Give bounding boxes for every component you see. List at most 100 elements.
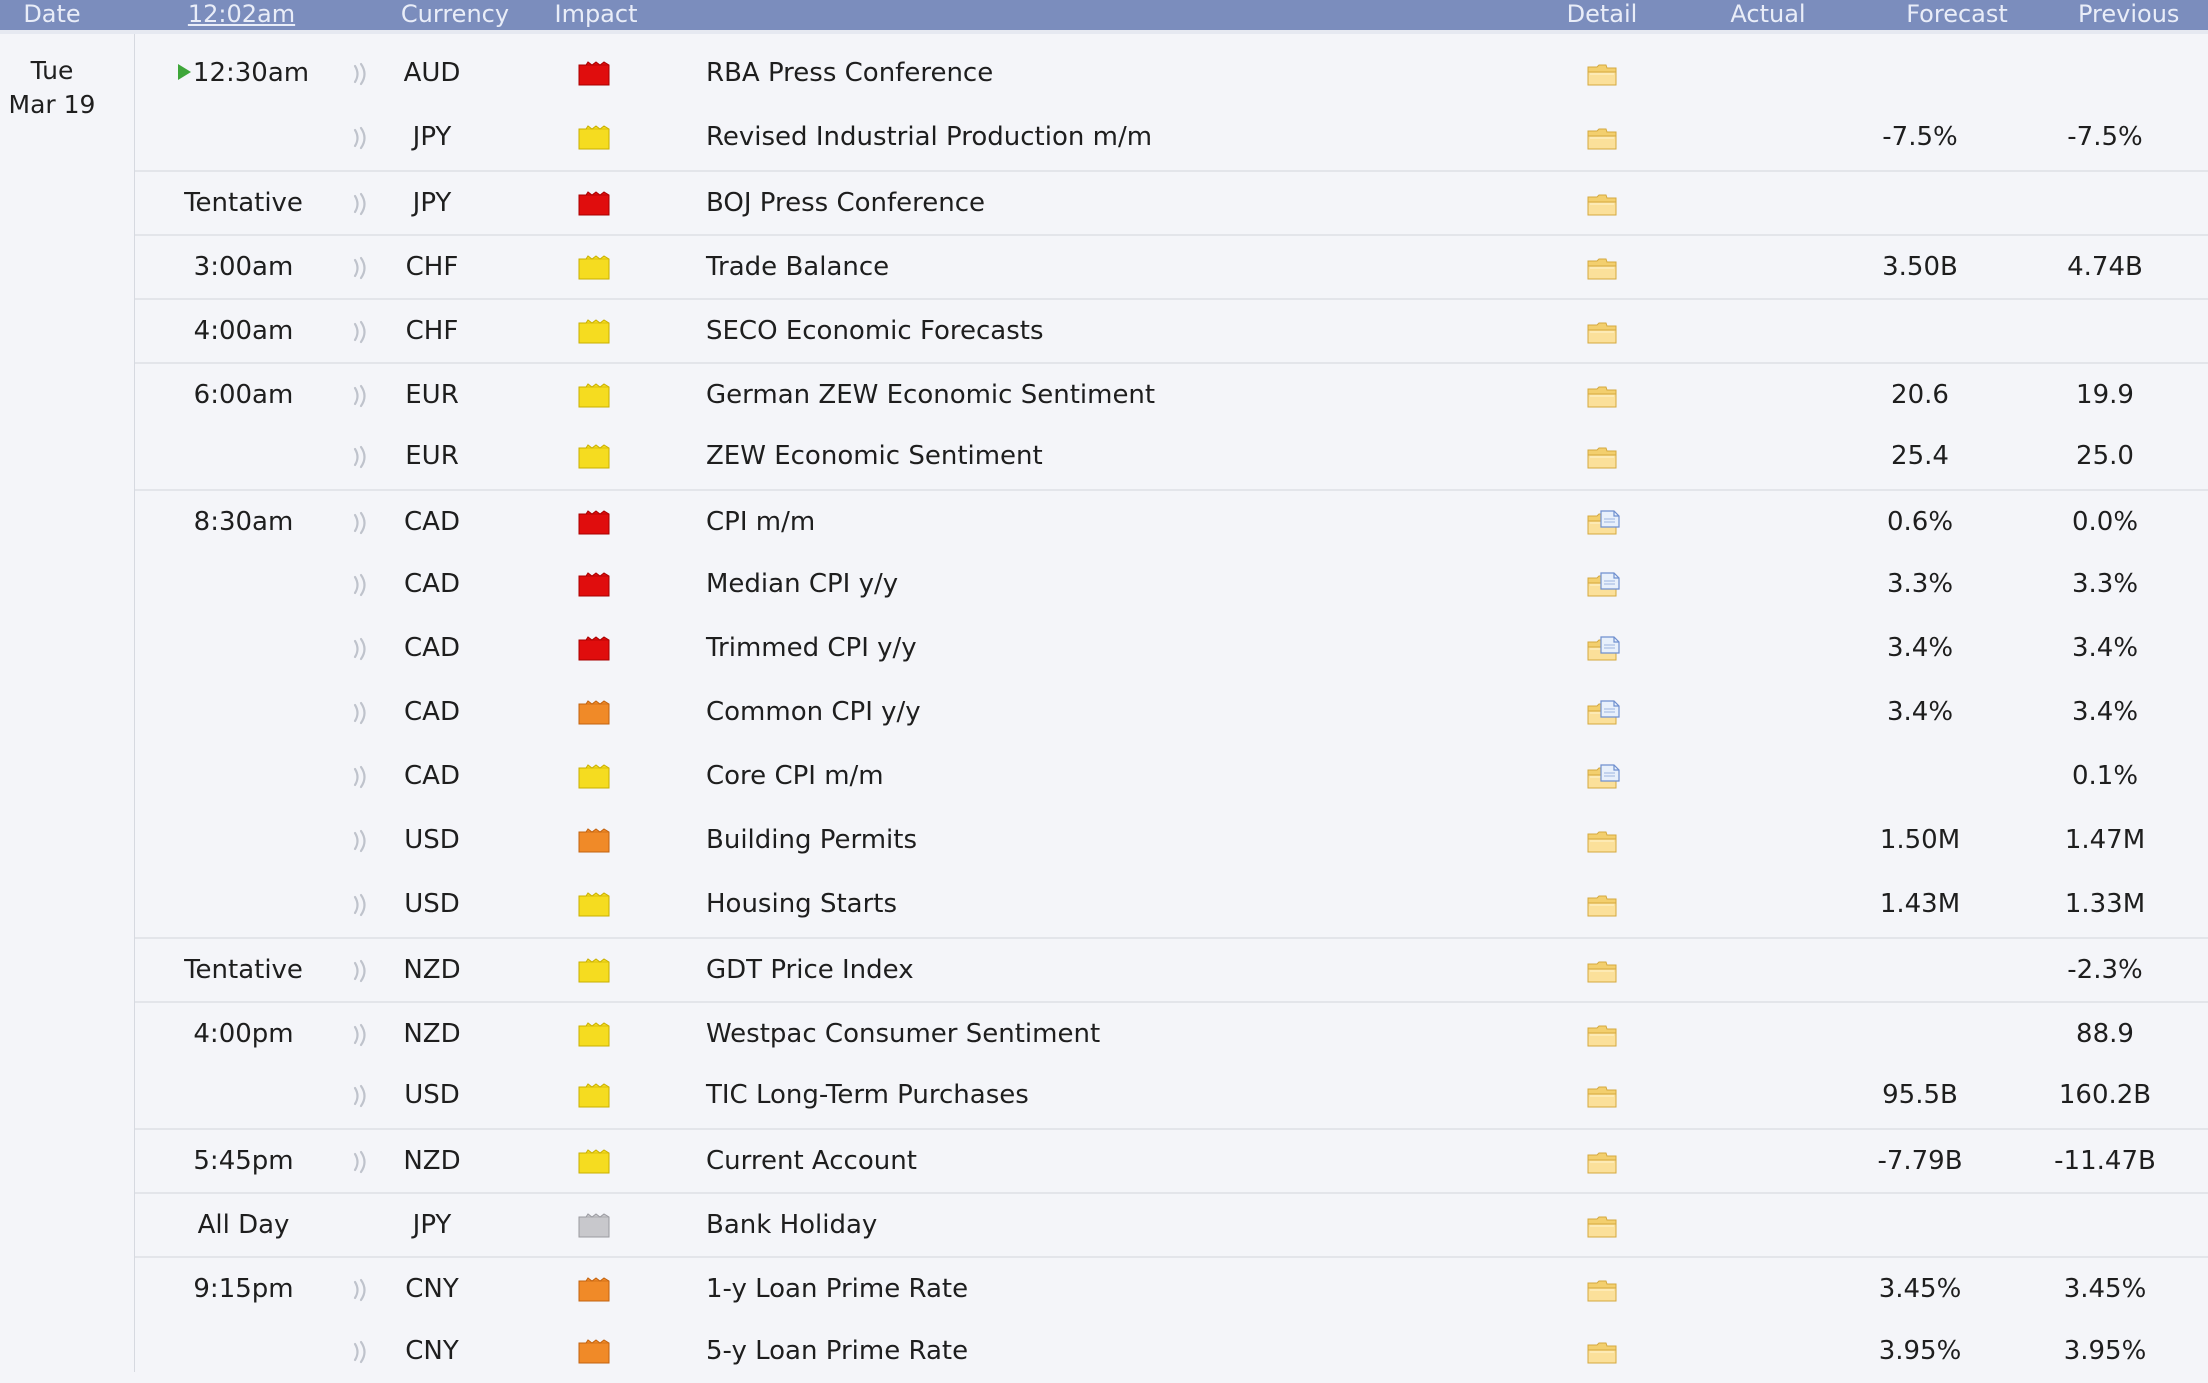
sound-alert-icon[interactable]	[350, 959, 372, 983]
impact-low-icon	[578, 764, 610, 789]
table-row: 4:00am CHF SECO Economic Forecasts	[135, 297, 2208, 363]
folder-icon[interactable]	[1586, 61, 1620, 89]
sound-alert-icon[interactable]	[350, 256, 372, 280]
event-title-link[interactable]: Median CPI y/y	[706, 553, 1606, 616]
event-title-link[interactable]: Housing Starts	[706, 873, 1606, 936]
event-time: All Day	[135, 1194, 352, 1257]
event-time-label: 5:45pm	[193, 1146, 294, 1177]
sound-alert-icon[interactable]	[350, 765, 372, 789]
event-title-link[interactable]: RBA Press Conference	[706, 42, 1606, 105]
header-impact: Impact	[554, 0, 638, 28]
event-title-link[interactable]: Westpac Consumer Sentiment	[706, 1003, 1606, 1066]
impact-low-icon	[578, 1149, 610, 1174]
event-forecast	[1850, 939, 1990, 1002]
table-row: 8:30am CAD CPI m/m 0.6% 0.0%	[135, 489, 2208, 554]
event-title-link[interactable]: ZEW Economic Sentiment	[706, 425, 1606, 488]
sound-alert-icon[interactable]	[350, 637, 372, 661]
folder-icon[interactable]	[1586, 319, 1620, 347]
folder-doc-icon[interactable]	[1586, 764, 1620, 792]
sound-alert-icon[interactable]	[350, 701, 372, 725]
sound-alert-icon[interactable]	[350, 1340, 372, 1364]
folder-icon[interactable]	[1586, 828, 1620, 856]
header-current-time-link[interactable]: 12:02am	[170, 0, 313, 30]
folder-icon[interactable]	[1586, 1149, 1620, 1177]
event-previous: -7.5%	[2067, 121, 2143, 152]
event-title-link[interactable]: Revised Industrial Production m/m	[706, 106, 1606, 169]
event-title-link[interactable]: GDT Price Index	[706, 939, 1606, 1002]
event-title-link[interactable]: CPI m/m	[706, 491, 1606, 554]
sound-alert-icon[interactable]	[350, 511, 372, 535]
table-row: USD Building Permits 1.50M 1.47M	[135, 809, 2208, 872]
sound-alert-icon[interactable]	[350, 62, 372, 86]
event-previous: 1.47M	[2064, 824, 2146, 855]
event-title-link[interactable]: Trimmed CPI y/y	[706, 617, 1606, 680]
event-time	[135, 617, 352, 680]
event-time	[135, 106, 352, 169]
folder-icon[interactable]	[1586, 1213, 1620, 1241]
impact-low-icon	[578, 1021, 610, 1047]
event-time: Tentative	[135, 939, 352, 1002]
event-title-link[interactable]: German ZEW Economic Sentiment	[706, 364, 1606, 427]
folder-doc-icon[interactable]	[1586, 510, 1620, 538]
event-title-link[interactable]: Core CPI m/m	[706, 745, 1606, 808]
header-currency: Currency	[400, 0, 510, 28]
event-currency: AUD	[403, 58, 461, 88]
folder-icon[interactable]	[1586, 1277, 1620, 1305]
sound-alert-icon[interactable]	[350, 126, 372, 150]
sound-alert-icon[interactable]	[350, 384, 372, 408]
impact-high-icon	[578, 191, 610, 216]
sound-alert-icon[interactable]	[350, 893, 372, 917]
sound-alert-icon[interactable]	[350, 1084, 372, 1108]
event-time: 9:15pm	[135, 1258, 352, 1321]
event-forecast: 25.4	[1891, 441, 1949, 472]
event-forecast: -7.79B	[1877, 1146, 1963, 1177]
event-currency: CHF	[405, 251, 459, 282]
event-forecast: 3.4%	[1886, 633, 1954, 664]
event-time-label: 12:30am	[192, 58, 310, 88]
event-title-link[interactable]: BOJ Press Conference	[706, 172, 1606, 235]
folder-icon[interactable]	[1586, 255, 1620, 283]
table-row: USD Housing Starts 1.43M 1.33M	[135, 873, 2208, 936]
event-title-link[interactable]: TIC Long-Term Purchases	[706, 1064, 1606, 1127]
impact-medium-icon	[578, 1339, 610, 1364]
sound-alert-icon[interactable]	[350, 445, 372, 469]
folder-icon[interactable]	[1586, 958, 1620, 986]
event-forecast	[1850, 1194, 1990, 1257]
sound-alert-icon[interactable]	[350, 320, 372, 344]
event-time-label: Tentative	[184, 187, 303, 218]
folder-icon[interactable]	[1586, 383, 1620, 411]
folder-icon[interactable]	[1586, 1339, 1620, 1367]
event-time	[135, 809, 352, 872]
event-currency: NZD	[403, 1018, 461, 1049]
event-title-link[interactable]: 5-y Loan Prime Rate	[706, 1320, 1606, 1383]
sound-alert-icon[interactable]	[350, 573, 372, 597]
folder-icon[interactable]	[1586, 191, 1620, 219]
sound-alert-icon[interactable]	[350, 1150, 372, 1174]
folder-doc-icon[interactable]	[1586, 700, 1620, 728]
event-forecast: 3.95%	[1878, 1336, 1962, 1366]
event-time	[135, 425, 352, 488]
folder-icon[interactable]	[1586, 1083, 1620, 1111]
event-currency: JPY	[412, 1210, 452, 1241]
impact-high-icon	[578, 636, 610, 661]
event-currency: JPY	[412, 187, 452, 218]
sound-alert-icon[interactable]	[350, 1278, 372, 1302]
folder-doc-icon[interactable]	[1586, 636, 1620, 664]
event-title-link[interactable]: Current Account	[706, 1130, 1606, 1193]
event-title-link[interactable]: 1-y Loan Prime Rate	[706, 1258, 1606, 1321]
event-title-link[interactable]: Bank Holiday	[706, 1194, 1606, 1257]
folder-icon[interactable]	[1586, 892, 1620, 920]
event-title-link[interactable]: Building Permits	[706, 809, 1606, 872]
folder-doc-icon[interactable]	[1586, 572, 1620, 600]
event-title-link[interactable]: SECO Economic Forecasts	[706, 300, 1606, 363]
folder-icon[interactable]	[1586, 444, 1620, 472]
sound-alert-icon[interactable]	[350, 1023, 372, 1047]
event-title-link[interactable]: Common CPI y/y	[706, 681, 1606, 744]
impact-high-icon	[578, 510, 610, 535]
sound-alert-icon[interactable]	[350, 829, 372, 853]
folder-icon[interactable]	[1586, 1022, 1620, 1050]
event-title-link[interactable]: Trade Balance	[706, 236, 1606, 299]
event-time: 12:30am	[135, 42, 352, 105]
folder-icon[interactable]	[1586, 125, 1620, 153]
sound-alert-icon[interactable]	[350, 192, 372, 216]
